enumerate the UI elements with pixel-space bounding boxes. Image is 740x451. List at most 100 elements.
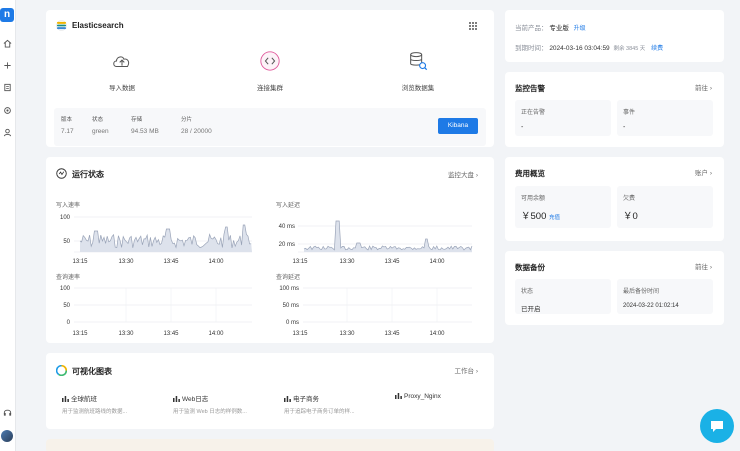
alerting-box: 正在告警 - [515,100,611,136]
cloud-upload-icon [113,56,130,68]
bar-chart-icon [395,393,402,399]
account-link[interactable]: 账户 › [695,167,712,177]
x-tick: 13:15 [72,331,88,337]
browse-dataset-label: 浏览数据集 [401,85,435,92]
y-tick: 20 ms [279,242,295,248]
bar-chart-icon [62,396,69,402]
product-row: 当前产品： 专业版 升级 [515,22,586,32]
query-latency-title: 查询延迟 [276,275,301,281]
viz-item-desc: 用于追踪电子商务订单的样... [284,409,355,415]
recharge-link[interactable]: 充值 [549,215,560,221]
stat-status: 状态 green [92,115,109,135]
y-tick: 50 [63,239,70,245]
y-tick: 0 [67,320,71,326]
connect-cluster-button[interactable]: 连接集群 [235,50,305,95]
query-latency-chart: 100 ms 50 ms 0 ms 13:15 13:30 13:45 14:0… [279,286,472,337]
y-tick: 100 [60,215,71,221]
import-data-button[interactable]: 导入数据 [87,50,157,95]
y-tick: 0 ms [286,320,299,326]
query-rate-chart: 100 50 0 13:15 13:30 13:45 14:00 [60,286,252,337]
viz-item-desc: 用于监测 Web 日志的样例数... [173,409,247,415]
visualization-card: 可视化图表 工作台 › 全球航班 用于监测航班路线的数据... Web日志 用于… [46,353,494,429]
workbench-link[interactable]: 工作台 › [455,365,478,375]
headset-icon[interactable] [3,408,12,417]
cluster-stats-bar: 版本 7.17 状态 green 存储 94.53 MB 分片 28 / 200… [54,108,486,146]
y-tick: 100 ms [279,286,299,292]
upgrade-link[interactable]: 升级 [574,26,586,32]
grid-menu-icon[interactable] [468,21,478,31]
app-logo[interactable]: n [0,8,14,22]
box-value: 2024-03-22 01:02:14 [623,303,679,309]
status-gauge-icon [56,168,67,179]
x-tick: 13:45 [384,331,400,337]
y-tick: 50 [63,303,70,309]
data-backup-card: 数据备份 前往 › 状态 已开启 最后备份时间 2024-03-22 01:02… [505,251,724,325]
plus-icon[interactable] [3,61,12,70]
run-status-title: 运行状态 [72,170,104,179]
box-value: - [521,124,524,131]
visualization-title: 可视化图表 [72,367,112,376]
product-value: 专业版 [549,25,569,32]
viz-item-title: Proxy_Nginx [404,393,441,400]
box-label: 欠费 [623,196,636,202]
stat-label: 存储 [131,117,143,123]
write-rate-title: 写入速率 [56,203,81,209]
y-tick: 100 [60,286,71,292]
backup-goto-link[interactable]: 前往 › [695,261,712,271]
expire-label: 到期时间： [515,45,548,52]
list-icon[interactable] [3,83,12,92]
viz-item-flights[interactable]: 全球航班 用于监测航班路线的数据... [62,393,167,415]
x-tick: 13:45 [163,331,179,337]
kibana-button[interactable]: Kibana [438,118,478,134]
expire-row: 到期时间： 2024-03-16 03:04:59 剩余 3845 天 续费 [515,42,663,52]
box-value: ￥500 充值 [521,208,560,222]
renew-link[interactable]: 续费 [651,46,663,52]
x-tick: 14:00 [429,259,445,265]
import-data-label: 导入数据 [109,85,135,92]
stat-version: 版本 7.17 [61,115,74,135]
viz-item-desc: 用于监测航班路线的数据... [62,409,128,415]
monitor-dashboard-link[interactable]: 监控大盘 › [448,169,478,179]
bar-chart-icon [284,396,291,402]
viz-item-proxy-nginx[interactable]: Proxy_Nginx [395,393,500,404]
x-tick: 13:30 [339,331,355,337]
box-value: ￥0 [623,211,638,222]
browse-dataset-button[interactable]: 浏览数据集 [383,50,453,95]
y-tick: 50 ms [283,303,299,309]
viz-item-title: Web日志 [182,396,209,403]
box-label: 状态 [521,289,534,295]
viz-item-title: 电子商务 [293,396,319,403]
box-value: - [623,124,626,131]
stat-storage: 存储 94.53 MB [131,115,159,135]
arrears-box: 欠费 ￥0 [617,186,713,228]
x-tick: 14:00 [208,259,224,265]
home-icon[interactable] [3,39,12,48]
write-latency-title: 写入延迟 [276,203,301,209]
x-tick: 13:45 [384,259,400,265]
viz-item-ecommerce[interactable]: 电子商务 用于追踪电子商务订单的样... [284,393,389,415]
run-status-card: 运行状态 监控大盘 › 写入速率 100 50 13:15 13:30 13:4… [46,157,494,343]
alert-goto-link[interactable]: 前往 › [695,82,712,92]
product-card: 当前产品： 专业版 升级 到期时间： 2024-03-16 03:04:59 剩… [505,10,724,62]
box-label: 最后备份时间 [623,289,660,295]
user-icon[interactable] [3,128,12,137]
chat-support-button[interactable] [700,409,734,443]
monitor-alert-card: 监控告警 前往 › 正在告警 - 事件 - [505,72,724,147]
stat-value: 28 / 20000 [181,128,212,135]
viz-item-weblogs[interactable]: Web日志 用于监测 Web 日志的样例数... [173,393,278,415]
x-tick: 13:15 [72,259,88,265]
gear-icon[interactable] [3,106,12,115]
backup-title: 数据备份 [515,263,545,272]
bar-chart-icon [173,396,180,402]
write-latency-chart: 40 ms 20 ms 13:15 13:30 13:45 14:00 [279,220,473,265]
visualization-ring-icon [56,365,67,376]
last-backup-box: 最后备份时间 2024-03-22 01:02:14 [617,279,713,314]
database-search-icon [410,52,428,71]
avatar[interactable] [1,430,13,442]
alert-title: 监控告警 [515,84,545,93]
stat-label: 版本 [61,117,73,123]
x-tick: 13:15 [292,331,308,337]
query-rate-title: 查询速率 [56,275,81,281]
product-label: 当前产品： [515,25,548,32]
expire-value: 2024-03-16 03:04:59 [549,45,610,52]
